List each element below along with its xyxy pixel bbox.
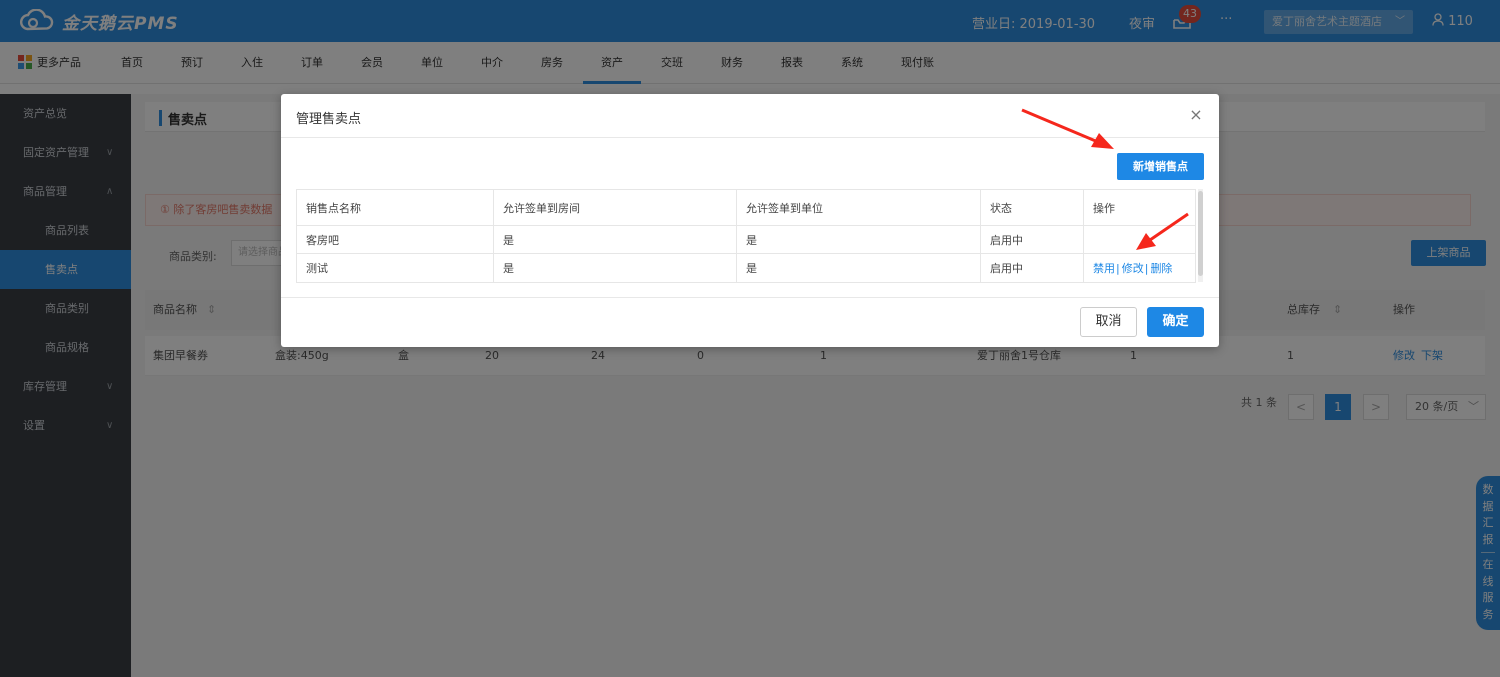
confirm-button[interactable]: 确定 (1147, 307, 1204, 337)
status-text: 启用中 (981, 226, 1084, 253)
dialog-title: 管理售卖点 (296, 112, 362, 127)
column-header: 状态 (981, 190, 1084, 225)
allow-unit-sign: 是 (737, 226, 981, 253)
actions-cell: 禁用 | 修改 | 删除 (1084, 254, 1197, 282)
status-text: 启用中 (981, 254, 1084, 282)
allow-room-sign: 是 (494, 226, 737, 253)
cancel-button[interactable]: 取消 (1080, 307, 1137, 337)
table-scrollbar-thumb[interactable] (1198, 191, 1203, 276)
actions-cell (1084, 226, 1197, 253)
table-row: 测试 是 是 启用中 禁用 | 修改 | 删除 (297, 254, 1195, 282)
allow-unit-sign: 是 (737, 254, 981, 282)
action-separator: | (1144, 261, 1149, 275)
manage-sales-points-dialog: 管理售卖点 × 新增销售点 销售点名称 允许签单到房间 允许签单到单位 状态 操… (281, 94, 1219, 347)
add-sales-point-button[interactable]: 新增销售点 (1117, 153, 1204, 180)
delete-link[interactable]: 删除 (1150, 260, 1172, 276)
divider (281, 297, 1219, 298)
close-icon[interactable]: × (1187, 106, 1205, 124)
column-header: 允许签单到房间 (494, 190, 737, 225)
table-row: 客房吧 是 是 启用中 (297, 226, 1195, 254)
column-header: 操作 (1093, 201, 1115, 215)
edit-link[interactable]: 修改 (1122, 260, 1144, 276)
column-header: 销售点名称 (297, 190, 494, 225)
action-separator: | (1116, 261, 1120, 275)
sales-point-name: 客房吧 (297, 226, 494, 253)
allow-room-sign: 是 (494, 254, 737, 282)
sales-point-name: 测试 (297, 254, 494, 282)
divider (281, 137, 1219, 138)
sales-points-table: 销售点名称 允许签单到房间 允许签单到单位 状态 操作 客房吧 是 是 启用中 … (296, 189, 1196, 283)
disable-link[interactable]: 禁用 (1093, 260, 1115, 276)
table-header-row: 销售点名称 允许签单到房间 允许签单到单位 状态 操作 (297, 190, 1195, 226)
column-header: 允许签单到单位 (737, 190, 981, 225)
